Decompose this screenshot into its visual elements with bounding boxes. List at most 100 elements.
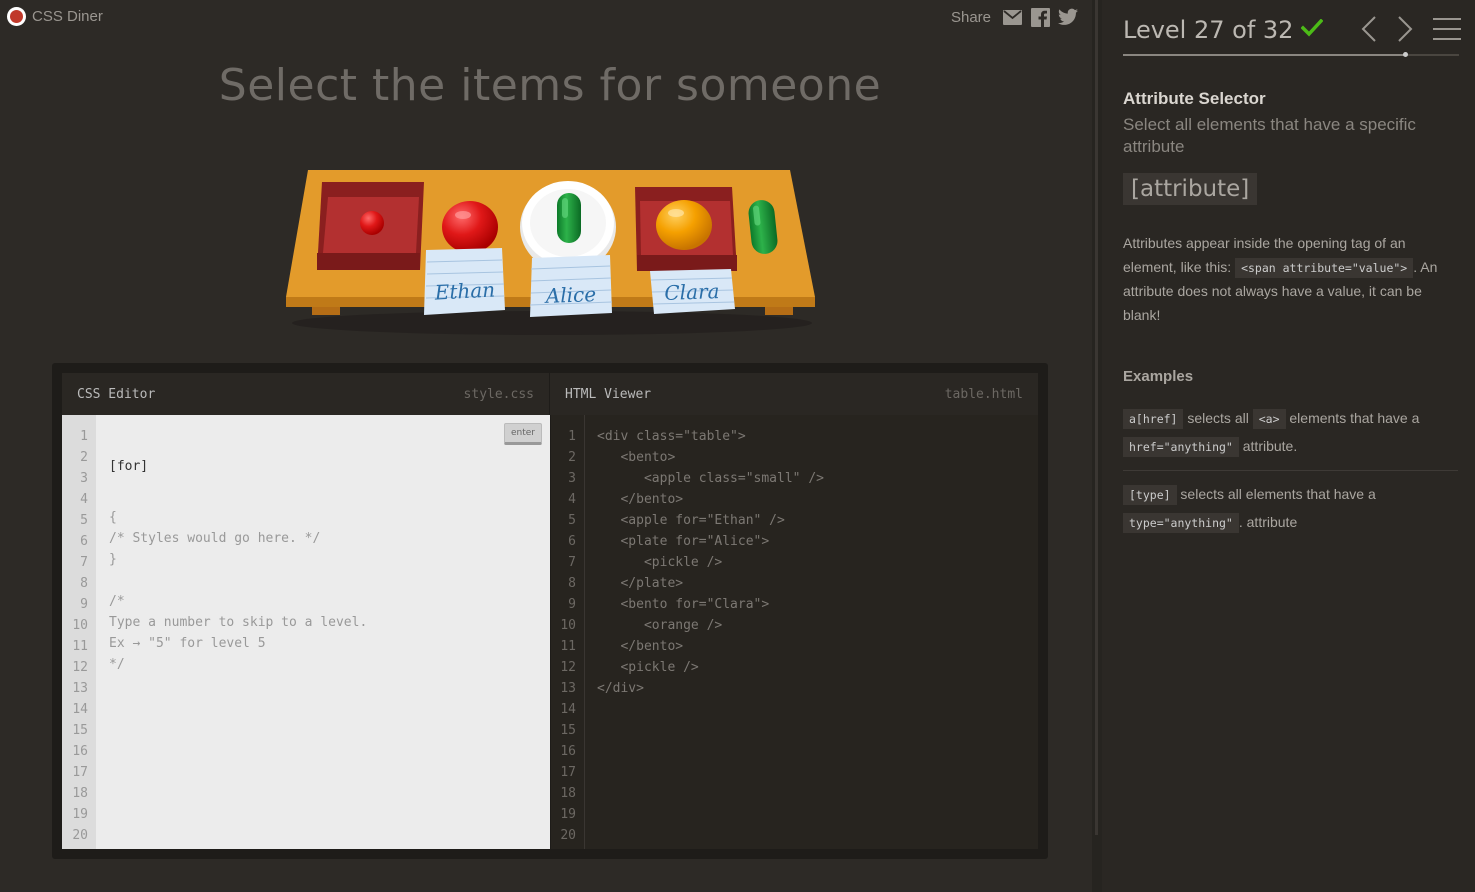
examples-title: Examples (1123, 368, 1194, 385)
bento-clara[interactable] (635, 187, 737, 271)
html-code-line-8: </plate> (597, 576, 684, 591)
example-1: a[href] selects all <a> elements that ha… (1123, 405, 1458, 461)
html-code-line-10: <orange /> (597, 618, 723, 633)
share-label: Share (950, 8, 991, 26)
html-viewer-title: HTML Viewer (565, 386, 652, 402)
facebook-icon[interactable] (1030, 7, 1050, 27)
editor-panel: CSS Editor style.css 1 2 3 4 5 6 7 8 9 10 11 12 13 14… (52, 363, 1048, 859)
html-line-number-3: 3 (568, 471, 576, 486)
level-header: Level 27 of 32 (1123, 16, 1324, 44)
mail-icon[interactable] (1002, 7, 1022, 27)
html-code-line-7: <pickle /> (597, 555, 723, 570)
html-code-line-1: <div class="table"> (597, 429, 746, 444)
css-code-line-1: { (109, 510, 117, 525)
html-line-number-6: 6 (568, 534, 576, 549)
css-editor-filename: style.css (463, 386, 534, 402)
html-code-line-12: <pickle /> (597, 660, 699, 675)
logo[interactable]: CSS Diner (7, 7, 103, 26)
html-code-line-2: <bento> (597, 450, 676, 465)
css-code[interactable]: [for] {/* Styles would go here. */} /* Typ… (109, 426, 367, 672)
html-code-line-3: <apple class="small" /> (597, 471, 824, 486)
level-progress-fill (1123, 54, 1406, 56)
html-code-line-6: <plate for="Alice"> (597, 534, 770, 549)
html-viewer: HTML Viewer table.html 1 2 3 4 5 6 7 8 9 10 11 12 13… (550, 373, 1038, 849)
level-nav (1361, 16, 1461, 47)
html-line-numbers: 1 2 3 4 5 6 7 8 9 10 11 12 13 14 15 16 17 18 19 20 (551, 415, 585, 849)
css-line-number-12: 12 (72, 660, 88, 675)
html-line-number-10: 10 (560, 618, 576, 633)
nametag-ethan-label: Ethan (433, 277, 496, 304)
app-name: CSS Diner (32, 8, 103, 25)
css-input[interactable]: [for] (109, 456, 367, 477)
css-line-number-2: 2 (80, 450, 88, 465)
selector-hint: Attributes appear inside the opening tag… (1123, 232, 1458, 327)
html-line-number-5: 5 (568, 513, 576, 528)
html-code-line-5: <apple for="Ethan" /> (597, 513, 785, 528)
html-code-line-4: </bento> (597, 492, 684, 507)
level-sidebar: Level 27 of 32 Attribute Selector Select… (1102, 0, 1475, 892)
level-indicator: Level 27 of 32 (1123, 16, 1294, 44)
css-code-line-2: /* Styles would go here. */ (109, 531, 321, 546)
panel-divider[interactable] (1092, 0, 1102, 892)
html-code-line-11: </bento> (597, 639, 684, 654)
html-line-number-18: 18 (560, 786, 576, 801)
nametag-clara-label: Clara (664, 279, 720, 305)
css-line-number-18: 18 (72, 786, 88, 801)
nametag-alice-label: Alice (543, 282, 596, 308)
css-code-line-7: Ex → "5" for level 5 (109, 636, 266, 651)
next-level-icon[interactable] (1397, 16, 1413, 47)
example-2-selector: [type] (1123, 485, 1177, 505)
html-line-number-9: 9 (568, 597, 576, 612)
example-1-selector: a[href] (1123, 409, 1184, 429)
css-line-number-3: 3 (80, 471, 88, 486)
css-line-number-10: 10 (72, 618, 88, 633)
examples-divider (1123, 470, 1458, 471)
html-line-number-4: 4 (568, 492, 576, 507)
example-2-attribute: type="anything" (1123, 513, 1239, 533)
css-line-number-1: 1 (80, 429, 88, 444)
css-editor: CSS Editor style.css 1 2 3 4 5 6 7 8 9 10 11 12 13 14… (62, 373, 550, 849)
html-line-number-15: 15 (560, 723, 576, 738)
game-area: CSS Diner Share Select the items for som… (0, 0, 1092, 892)
level-progress-bar (1123, 52, 1459, 57)
twitter-icon[interactable] (1058, 7, 1078, 27)
css-line-number-9: 9 (80, 597, 88, 612)
css-code-line-4 (109, 570, 367, 591)
html-code-line-13: </div> (597, 681, 644, 696)
level-menu-icon[interactable] (1433, 17, 1461, 46)
css-line-numbers: 1 2 3 4 5 6 7 8 9 10 11 12 13 14 15 16 17 18 19 20 (62, 415, 96, 849)
previous-level-icon[interactable] (1361, 16, 1377, 47)
apple-ethan[interactable] (442, 201, 498, 253)
css-line-number-15: 15 (72, 723, 88, 738)
css-editor-header: CSS Editor style.css (62, 373, 550, 415)
level-progress-knob (1403, 52, 1409, 57)
html-line-number-8: 8 (568, 576, 576, 591)
example-2-text-1: selects all elements that have a (1176, 486, 1376, 502)
css-line-number-16: 16 (72, 744, 88, 759)
css-line-number-19: 19 (72, 807, 88, 822)
html-line-number-14: 14 (560, 702, 576, 717)
css-line-number-5: 5 (80, 513, 88, 528)
css-code-line-5: /* (109, 594, 125, 609)
hint-code: <span attribute="value"> (1235, 257, 1414, 278)
css-line-number-4: 4 (80, 492, 88, 507)
example-1-attribute: href="anything" (1123, 437, 1239, 457)
html-line-number-17: 17 (560, 765, 576, 780)
html-line-number-16: 16 (560, 744, 576, 759)
css-line-number-20: 20 (72, 828, 88, 843)
dining-table: Ethan Alice Clara (280, 165, 825, 345)
bento-small-apple[interactable] (317, 182, 424, 270)
html-line-number-19: 19 (560, 807, 576, 822)
css-editor-title: CSS Editor (77, 386, 156, 402)
html-viewer-header: HTML Viewer table.html (550, 373, 1038, 415)
css-line-number-14: 14 (72, 702, 88, 717)
css-line-number-8: 8 (80, 576, 88, 591)
html-code[interactable]: <div class="table"> <bento> <apple class… (597, 426, 824, 699)
html-line-number-7: 7 (568, 555, 576, 570)
css-line-number-7: 7 (80, 555, 88, 570)
css-line-number-11: 11 (72, 639, 88, 654)
enter-button[interactable]: enter (504, 423, 542, 445)
example-2-text-2: . attribute (1238, 514, 1298, 530)
css-editor-body[interactable]: 1 2 3 4 5 6 7 8 9 10 11 12 13 14 15 16 17 18 19 20 [for] {/… (62, 415, 550, 849)
nametag-clara: Clara (650, 269, 735, 314)
